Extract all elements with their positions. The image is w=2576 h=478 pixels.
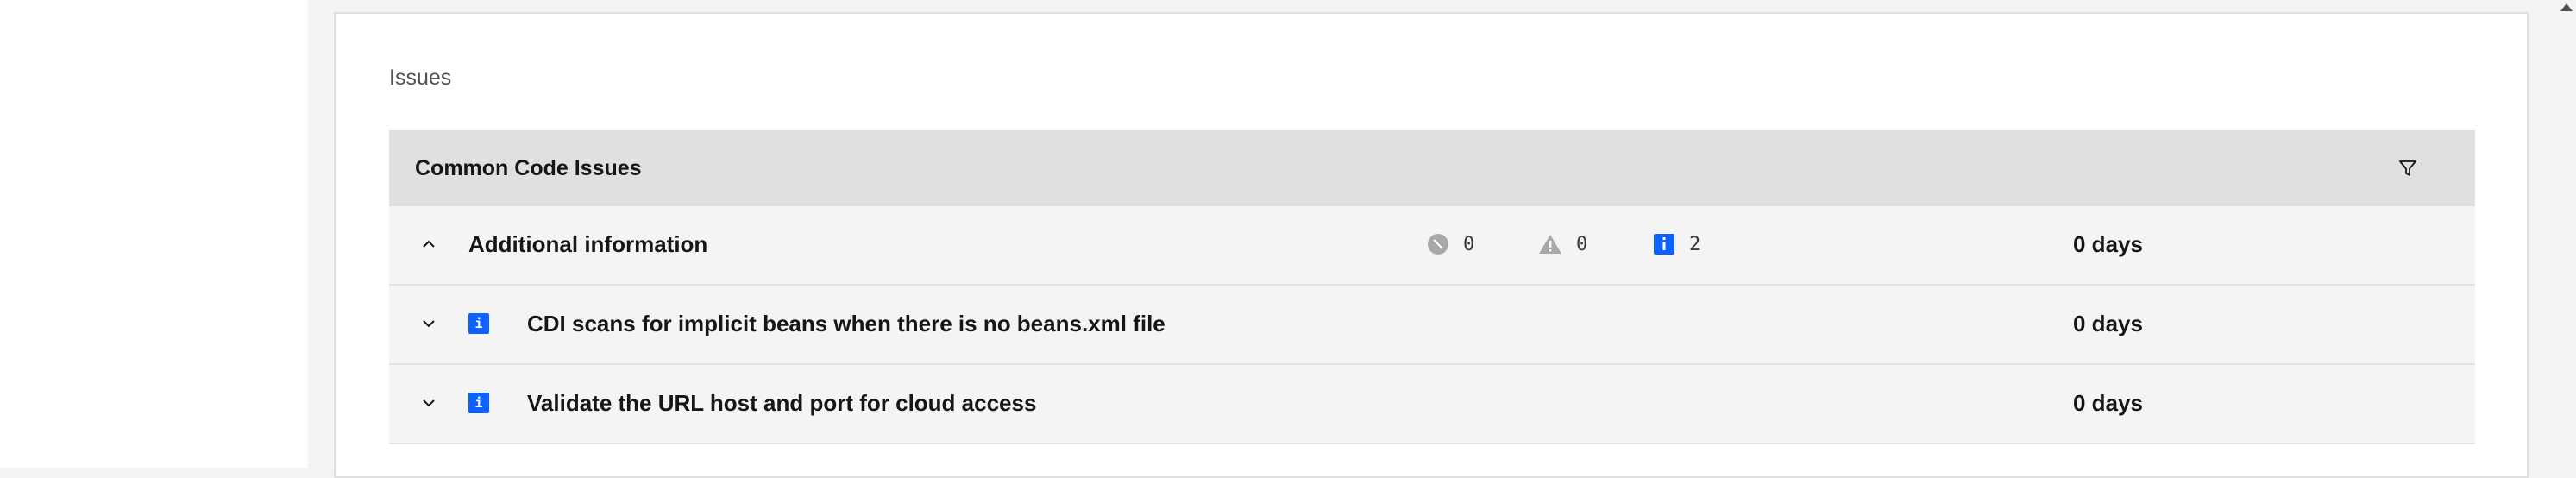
info-icon: i [468,313,489,334]
table-title: Common Code Issues [415,155,642,180]
info-count-value: 2 [1689,233,1701,255]
table-header: Common Code Issues [389,130,2475,206]
warning-count-value: 0 [1576,233,1588,255]
content-gutter [308,0,334,468]
issues-card: Issues Common Code Issues Additional inf… [334,12,2529,478]
issue-row-cdi-scans[interactable]: i CDI scans for implicit beans when ther… [389,286,2475,365]
expand-toggle[interactable] [415,310,443,337]
section-title: Issues [389,66,452,90]
issue-row-additional-information[interactable]: Additional information 0 0 2 0 days [389,206,2475,286]
issues-table: Common Code Issues Additional informatio… [389,130,2475,444]
expand-toggle[interactable] [415,389,443,417]
info-icon: i [468,393,489,413]
filter-icon [2399,160,2416,176]
issue-row-validate-url[interactable]: i Validate the URL host and port for clo… [389,365,2475,444]
left-pane [0,0,308,468]
row-title: CDI scans for implicit beans when there … [527,311,1165,336]
row-title: Additional information [468,231,708,257]
chevron-down-icon [423,320,435,328]
chevron-up-icon [423,240,435,248]
row-days: 0 days [2073,390,2143,416]
critical-icon [1428,234,1448,255]
info-count: 2 [1653,230,1700,258]
chevron-down-icon [423,399,435,407]
warning-count: 0 [1538,230,1587,258]
warning-icon [1539,235,1561,254]
info-icon [1654,234,1674,255]
filter-button[interactable] [2394,154,2422,182]
critical-count: 0 [1427,230,1474,258]
vertical-scrollbar[interactable] [2541,0,2576,468]
row-days: 0 days [2073,231,2143,257]
row-title: Validate the URL host and port for cloud… [527,390,1037,416]
scroll-up-arrow-icon[interactable] [2560,3,2573,11]
collapse-toggle[interactable] [415,230,443,258]
critical-count-value: 0 [1463,233,1475,255]
row-days: 0 days [2073,311,2143,336]
